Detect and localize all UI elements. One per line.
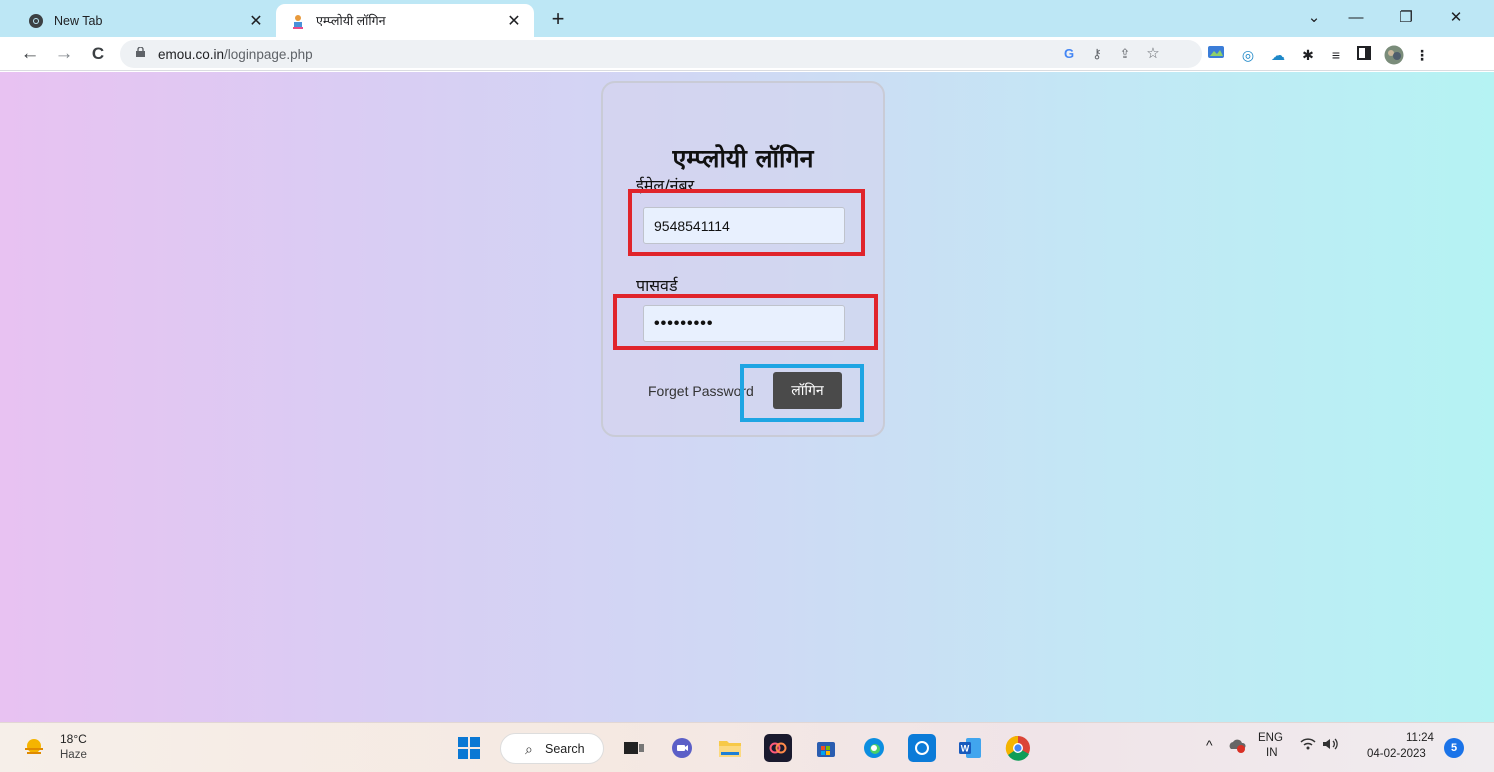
weather-description[interactable]: Haze [60,749,87,761]
tab-close-icon[interactable]: ✕ [504,11,524,31]
extensions-puzzle-icon[interactable]: ✱ [1298,45,1318,65]
windows-start-icon[interactable] [458,737,480,759]
address-bar[interactable]: emou.co.in/loginpage.php G ⚷ ⇪ ☆ [120,40,1202,68]
tab-employee-login[interactable]: एम्प्लोयी लॉगिन ✕ [276,4,534,37]
language-indicator-bottom[interactable]: IN [1266,747,1278,759]
search-label: Search [545,742,585,756]
language-indicator-top[interactable]: ENG [1258,732,1283,744]
wifi-icon[interactable] [1300,737,1316,754]
notification-badge[interactable]: 5 [1444,738,1464,758]
restore-button[interactable]: ❐ [1392,6,1420,30]
tab-close-icon[interactable]: ✕ [246,11,266,31]
key-icon[interactable]: ⚷ [1088,45,1106,63]
chrome-icon [28,13,44,29]
tab-title: एम्प्लोयी लॉगिन [316,14,386,28]
edge-browser-icon[interactable] [860,734,888,762]
search-icon: ⌕ [525,741,533,757]
url-text: emou.co.in/loginpage.php [158,47,313,62]
microsoft-store-icon[interactable] [812,734,840,762]
tab-title: New Tab [54,13,103,28]
svg-text:W: W [961,744,970,754]
side-panel-icon[interactable] [1354,45,1374,65]
password-field[interactable]: ••••••••• [643,305,845,342]
page-content: एम्प्लोयी लॉगिन ईमेल/नंबर 9548541114 पास… [0,72,1494,722]
screen: New Tab ✕ एम्प्लोयी लॉगिन ✕ + ⌄ — ❐ ✕ ← … [0,0,1494,772]
browser-toolbar: ← → C emou.co.in/loginpage.php G ⚷ ⇪ ☆ ◎… [0,37,1494,71]
tab-search-chevron-icon[interactable]: ⌄ [1300,6,1328,30]
extension-swirl-icon[interactable]: ◎ [1238,45,1258,65]
login-highlight-box [740,364,864,422]
tab-new-tab[interactable]: New Tab ✕ [14,4,276,37]
windows-taskbar: 18°C Haze ⌕ Search W ^ ENG IN 11:24 04-0… [0,722,1494,772]
weather-temperature[interactable]: 18°C [60,732,87,746]
reload-button[interactable]: C [86,42,110,66]
close-window-button[interactable]: ✕ [1442,6,1470,30]
file-explorer-icon[interactable] [716,734,744,762]
clock-time[interactable]: 11:24 [1406,732,1434,744]
forward-button[interactable]: → [52,42,76,66]
extension-image-icon[interactable] [1206,43,1226,63]
word-icon[interactable]: W [956,734,984,762]
clock-date[interactable]: 04-02-2023 [1367,748,1426,760]
chrome-taskbar-icon[interactable] [1004,734,1032,762]
profile-avatar[interactable] [1384,45,1404,65]
reading-list-icon[interactable]: ≡ [1326,45,1346,65]
email-field[interactable]: 9548541114 [643,207,845,244]
show-hidden-icons-chevron-icon[interactable]: ^ [1206,737,1213,753]
url-domain: emou.co.in [158,47,225,62]
password-label: पासवर्ड [636,276,678,295]
new-tab-button[interactable]: + [546,8,570,32]
teams-chat-icon[interactable] [668,734,696,762]
lock-icon [136,47,145,57]
site-favicon-icon [290,13,306,29]
minimize-button[interactable]: — [1342,6,1370,30]
share-icon[interactable]: ⇪ [1116,45,1134,63]
volume-icon[interactable] [1322,737,1340,754]
onedrive-status-icon[interactable] [1228,737,1246,756]
extension-cloud-icon[interactable]: ☁ [1268,45,1288,65]
weather-haze-icon [25,739,43,754]
google-translate-icon[interactable]: G [1060,45,1078,63]
login-card: एम्प्लोयी लॉगिन ईमेल/नंबर 9548541114 पास… [601,81,885,437]
task-view-icon[interactable] [620,734,648,762]
bookmark-star-icon[interactable]: ☆ [1144,45,1162,63]
login-title: एम्प्लोयी लॉगिन [672,144,814,173]
cortana-app-icon[interactable] [908,734,936,762]
chrome-menu-icon[interactable]: ⋮ [1412,45,1432,65]
taskbar-search[interactable]: ⌕ Search [500,733,604,764]
forget-password-link[interactable]: Forget Password [648,383,754,399]
creative-cloud-icon[interactable] [764,734,792,762]
tab-strip: New Tab ✕ एम्प्लोयी लॉगिन ✕ + ⌄ — ❐ ✕ [0,0,1494,37]
back-button[interactable]: ← [18,42,42,66]
url-path: /loginpage.php [224,47,313,62]
